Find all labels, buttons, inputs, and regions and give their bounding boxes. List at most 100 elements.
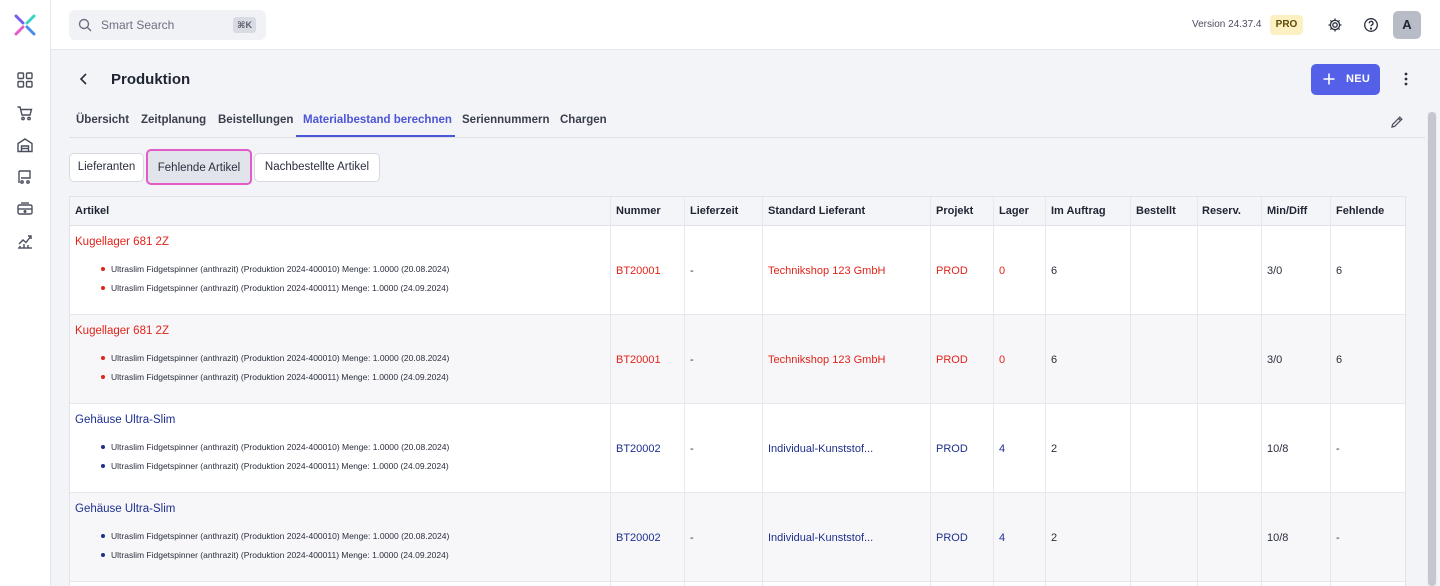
article-link[interactable]: Kugellager 681 2Z xyxy=(75,236,169,248)
search-icon xyxy=(78,18,92,32)
col-lieferzeit[interactable]: Lieferzeit xyxy=(690,205,738,217)
detail-bullet xyxy=(101,553,105,557)
active-tab-indicator xyxy=(296,135,455,137)
tab-beistellungen[interactable]: Beistellungen xyxy=(218,114,293,126)
production-detail: Ultraslim Fidgetspinner (anthrazit) (Pro… xyxy=(111,353,450,363)
cell-projekt[interactable]: PROD xyxy=(936,443,968,455)
col-reserv[interactable]: Reserv. xyxy=(1202,205,1241,217)
edit-pencil-icon[interactable] xyxy=(1390,115,1404,129)
cart-icon[interactable] xyxy=(16,104,34,122)
col-im-auftrag[interactable]: Im Auftrag xyxy=(1051,205,1106,217)
cell-fehlende: - xyxy=(1336,443,1340,455)
col-standard-lieferant[interactable]: Standard Lieferant xyxy=(768,205,865,217)
detail-bullet xyxy=(101,267,105,271)
subtab-nachbestellte-artikel[interactable]: Nachbestellte Artikel xyxy=(254,153,380,182)
table-header: Artikel Nummer Lieferzeit Standard Liefe… xyxy=(70,197,1405,226)
analytics-icon[interactable] xyxy=(16,232,34,250)
cell-projekt[interactable]: PROD xyxy=(936,532,968,544)
cell-lieferant[interactable]: Technikshop 123 GmbH xyxy=(768,265,885,277)
article-link[interactable]: Kugellager 681 2Z xyxy=(75,325,169,337)
dashboard-icon[interactable] xyxy=(16,71,34,89)
cell-lieferzeit: - xyxy=(690,443,694,455)
cell-lager: 4 xyxy=(999,532,1006,544)
top-bar: Smart Search ⌘K Version 24.37.4 PRO A xyxy=(51,0,1440,50)
production-detail: Ultraslim Fidgetspinner (anthrazit) (Pro… xyxy=(111,531,450,541)
cell-lieferant[interactable]: Individual-Kunststof... xyxy=(768,532,873,544)
detail-bullet xyxy=(101,356,105,360)
cell-im-auftrag: 6 xyxy=(1051,354,1058,366)
table-row[interactable]: Kugellager 681 2Z Ultraslim Fidgetspinner… xyxy=(70,226,1405,315)
search-shortcut-badge: ⌘K xyxy=(233,17,256,33)
search-placeholder: Smart Search xyxy=(101,18,175,32)
missing-articles-table: Artikel Nummer Lieferzeit Standard Liefe… xyxy=(69,196,1406,586)
cell-lager: 4 xyxy=(999,443,1006,455)
subtab-fehlende-artikel[interactable]: Fehlende Artikel xyxy=(146,149,252,185)
detail-bullet xyxy=(101,464,105,468)
cell-lager: 0 xyxy=(999,354,1006,366)
cell-min-diff: 10/8 xyxy=(1267,443,1289,455)
cell-min-diff: 3/0 xyxy=(1267,354,1283,366)
cell-lieferant[interactable]: Technikshop 123 GmbH xyxy=(768,354,885,366)
tab-chargen[interactable]: Chargen xyxy=(560,114,607,126)
article-link[interactable]: Gehäuse Ultra-Slim xyxy=(75,414,175,426)
cell-fehlende: - xyxy=(1336,532,1340,544)
register-icon[interactable] xyxy=(16,200,34,218)
production-detail: Ultraslim Fidgetspinner (anthrazit) (Pro… xyxy=(111,442,450,452)
table-row[interactable]: Gehäuse Ultra-Slim Ultraslim Fidgetspinne… xyxy=(70,404,1405,493)
production-detail: Ultraslim Fidgetspinner (anthrazit) (Pro… xyxy=(111,461,449,471)
subtab-lieferanten[interactable]: Lieferanten xyxy=(69,153,144,182)
tab-materialbestand-berechnen[interactable]: Materialbestand berechnen xyxy=(303,114,452,126)
col-bestellt[interactable]: Bestellt xyxy=(1136,205,1176,217)
help-icon[interactable] xyxy=(1363,17,1379,33)
scrollbar-thumb[interactable] xyxy=(1428,112,1436,586)
cell-nummer[interactable]: BT20002 xyxy=(616,532,661,544)
cell-lager: 0 xyxy=(999,265,1006,277)
cell-min-diff: 3/0 xyxy=(1267,265,1283,277)
detail-bullet xyxy=(101,286,105,290)
production-icon[interactable] xyxy=(16,168,34,186)
smart-search-input[interactable]: Smart Search ⌘K xyxy=(69,10,266,40)
col-artikel[interactable]: Artikel xyxy=(75,205,109,217)
more-options-icon[interactable] xyxy=(1399,71,1413,87)
plan-badge: PRO xyxy=(1270,15,1303,35)
cell-im-auftrag: 6 xyxy=(1051,265,1058,277)
production-detail: Ultraslim Fidgetspinner (anthrazit) (Pro… xyxy=(111,264,450,274)
tab-zeitplanung[interactable]: Zeitplanung xyxy=(141,114,206,126)
warehouse-icon[interactable] xyxy=(16,136,34,154)
tab-seriennummern[interactable]: Seriennummern xyxy=(462,114,550,126)
cell-lieferzeit: - xyxy=(690,532,694,544)
cell-nummer[interactable]: BT20001 xyxy=(616,354,661,366)
new-button[interactable]: NEU xyxy=(1311,64,1380,95)
app-logo-icon[interactable] xyxy=(14,14,36,36)
detail-bullet xyxy=(101,445,105,449)
tab-uebersicht[interactable]: Übersicht xyxy=(76,114,129,126)
user-avatar[interactable]: A xyxy=(1393,11,1421,39)
detail-bullet xyxy=(101,534,105,538)
cell-projekt[interactable]: PROD xyxy=(936,354,968,366)
col-min-diff[interactable]: Min/Diff xyxy=(1267,205,1307,217)
production-detail: Ultraslim Fidgetspinner (anthrazit) (Pro… xyxy=(111,283,449,293)
cell-nummer[interactable]: BT20002 xyxy=(616,443,661,455)
table-row[interactable]: Kugellager 681 2Z Ultraslim Fidgetspinner… xyxy=(70,315,1405,404)
cell-im-auftrag: 2 xyxy=(1051,443,1058,455)
back-chevron-icon[interactable] xyxy=(76,71,92,87)
cell-min-diff: 10/8 xyxy=(1267,532,1289,544)
col-lager[interactable]: Lager xyxy=(999,205,1029,217)
table-row[interactable]: Gehäuse Ultra-Slim Ultraslim Fidgetspinne… xyxy=(70,493,1405,582)
cell-lieferzeit: - xyxy=(690,265,694,277)
gear-icon[interactable] xyxy=(1327,17,1343,33)
production-detail: Ultraslim Fidgetspinner (anthrazit) (Pro… xyxy=(111,550,449,560)
tab-bar: Übersicht Zeitplanung Beistellungen Mate… xyxy=(69,103,1425,138)
version-label: Version 24.37.4 xyxy=(1192,19,1262,30)
detail-bullet xyxy=(101,375,105,379)
article-link[interactable]: Gehäuse Ultra-Slim xyxy=(75,503,175,515)
cell-projekt[interactable]: PROD xyxy=(936,265,968,277)
cell-nummer[interactable]: BT20001 xyxy=(616,265,661,277)
new-button-label: NEU xyxy=(1346,73,1371,85)
col-projekt[interactable]: Projekt xyxy=(936,205,973,217)
col-nummer[interactable]: Nummer xyxy=(616,205,661,217)
cell-im-auftrag: 2 xyxy=(1051,532,1058,544)
cell-lieferant[interactable]: Individual-Kunststof... xyxy=(768,443,873,455)
col-fehlende[interactable]: Fehlende xyxy=(1336,205,1384,217)
plus-icon xyxy=(1323,73,1335,85)
